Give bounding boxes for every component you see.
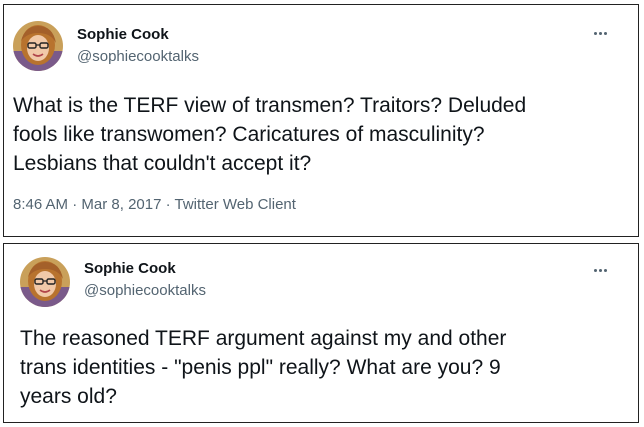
avatar[interactable] [20, 257, 70, 307]
profile-photo-icon [13, 21, 63, 71]
author-display-name[interactable]: Sophie Cook [84, 260, 176, 277]
author-display-name[interactable]: Sophie Cook [77, 26, 169, 43]
tweet-source[interactable]: Twitter Web Client [175, 196, 296, 213]
author-handle[interactable]: @sophiecooktalks [84, 282, 206, 299]
tweet-card[interactable]: Sophie Cook @sophiecooktalks What is the… [3, 4, 639, 237]
meta-separator: · [72, 196, 78, 213]
tweet-card[interactable]: Sophie Cook @sophiecooktalks The reasone… [3, 243, 639, 423]
more-options-icon[interactable] [590, 264, 612, 278]
tweet-text: The reasoned TERF argument against my an… [20, 327, 507, 408]
tweet-date[interactable]: Mar 8, 2017 [81, 196, 161, 213]
meta-separator: · [165, 196, 171, 213]
avatar[interactable] [13, 21, 63, 71]
profile-photo-icon [20, 257, 70, 307]
more-options-icon[interactable] [590, 27, 612, 41]
tweet-metadata: 8:46 AM · Mar 8, 2017 · Twitter Web Clie… [13, 196, 296, 213]
author-handle[interactable]: @sophiecooktalks [77, 48, 199, 65]
tweet-text: What is the TERF view of transmen? Trait… [13, 94, 527, 175]
tweet-time[interactable]: 8:46 AM [13, 196, 68, 213]
